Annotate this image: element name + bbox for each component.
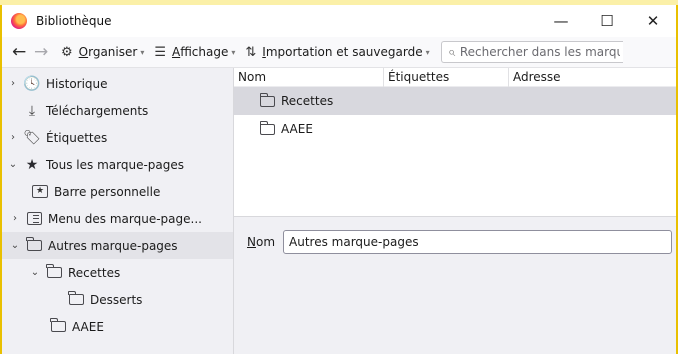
affichage-label: ffichage — [180, 45, 229, 59]
window-title: Bibliothèque — [36, 14, 112, 28]
minimize-icon: — — [553, 12, 569, 30]
import-backup-button[interactable]: ⇅ Importation et sauvegarde ▾ — [240, 39, 434, 65]
sidebar-item-desserts[interactable]: Desserts — [2, 286, 233, 313]
folder-icon — [68, 291, 84, 305]
column-header: Nom Étiquettes Adresse — [234, 67, 676, 87]
sidebar-item-label: Étiquettes — [46, 130, 108, 145]
sidebar-item-toolbar-bookmarks[interactable]: ★ Barre personnelle — [2, 178, 233, 205]
sidebar-item-all-bookmarks[interactable]: ⌄ ★ Tous les marque-pages — [2, 151, 233, 178]
forward-button[interactable]: → — [34, 42, 56, 62]
affichage-button[interactable]: ☰ Affichage ▾ — [149, 39, 240, 65]
content-pane: Nom Étiquettes Adresse Recettes AAEE Nom — [234, 67, 676, 354]
maximize-icon: ☐ — [600, 12, 614, 30]
list-item-name: Recettes — [281, 94, 334, 108]
close-icon: ✕ — [646, 12, 660, 30]
chevron-down-icon[interactable]: ⌄ — [8, 240, 22, 251]
chevron-down-icon[interactable]: ⌄ — [6, 159, 20, 170]
gear-icon: ⚙ — [61, 44, 73, 60]
chevron-down-icon: ▾ — [425, 47, 430, 57]
maximize-button[interactable]: ☐ — [584, 5, 630, 37]
sidebar-item-label: Desserts — [90, 292, 143, 307]
bookmarks-toolbar-icon: ★ — [32, 185, 48, 198]
search-box[interactable]: ⌕ — [440, 41, 623, 63]
chevron-right-icon[interactable]: › — [8, 213, 22, 224]
minimize-button[interactable]: — — [538, 5, 584, 37]
folder-icon — [259, 120, 275, 135]
sidebar-item-label: Historique — [46, 76, 108, 91]
organiser-accel: O — [78, 45, 89, 59]
sidebar-item-recettes[interactable]: ⌄ Recettes — [2, 259, 233, 286]
arrow-left-icon: ← — [12, 42, 27, 62]
sidebar-item-bookmarks-menu[interactable]: › Menu des marque-page... — [2, 205, 233, 232]
organiser-button[interactable]: ⚙ Organiser ▾ — [56, 39, 149, 65]
name-field[interactable] — [283, 230, 673, 254]
firefox-logo-icon — [11, 13, 27, 29]
chevron-right-icon[interactable]: › — [6, 78, 20, 89]
sidebar-item-other-bookmarks[interactable]: ⌄ Autres marque-pages — [2, 232, 233, 259]
organiser-label: rganiser — [88, 45, 138, 59]
sidebar-item-label: Menu des marque-page... — [48, 211, 202, 226]
sidebar-tree: › 🕓 Historique ⤓ Téléchargements › 🏷 Éti… — [2, 68, 234, 354]
window-controls: — ☐ ✕ — [538, 5, 676, 37]
sidebar-item-label: AAEE — [72, 319, 104, 334]
toolbar: ← → ⚙ Organiser ▾ ☰ Affichage ▾ ⇅ Import… — [2, 37, 676, 68]
sidebar-item-downloads[interactable]: ⤓ Téléchargements — [2, 97, 233, 124]
list-item-name: AAEE — [281, 122, 313, 136]
name-field-row: Nom — [247, 230, 673, 254]
tag-icon: 🏷 — [23, 129, 41, 146]
chevron-down-icon[interactable]: ⌄ — [28, 267, 42, 278]
chevron-down-icon: ▾ — [231, 47, 236, 57]
main-area: › 🕓 Historique ⤓ Téléchargements › 🏷 Éti… — [2, 67, 676, 354]
back-button[interactable]: ← — [12, 42, 34, 62]
column-address[interactable]: Adresse — [509, 68, 676, 87]
arrow-right-icon: → — [34, 42, 49, 62]
sidebar-item-label: Tous les marque-pages — [46, 157, 185, 172]
download-icon: ⤓ — [28, 102, 36, 119]
clock-icon: 🕓 — [23, 75, 41, 92]
column-name[interactable]: Nom — [234, 67, 384, 87]
sidebar-item-label: Barre personnelle — [54, 184, 161, 199]
affichage-accel: A — [171, 45, 181, 59]
name-label-text: om — [255, 235, 276, 249]
search-icon: ⌕ — [447, 44, 455, 60]
view-list-icon: ☰ — [154, 44, 166, 60]
sidebar-item-history[interactable]: › 🕓 Historique — [2, 70, 233, 97]
library-window: Bibliothèque — ☐ ✕ ← → ⚙ Organiser ▾ ☰ A… — [0, 5, 678, 354]
folder-icon — [46, 264, 62, 278]
column-tags[interactable]: Étiquettes — [384, 67, 509, 87]
list-item[interactable]: Recettes — [234, 87, 676, 115]
folder-icon — [50, 318, 66, 332]
title-bar: Bibliothèque — ☐ ✕ — [2, 5, 676, 37]
sidebar-item-label: Recettes — [68, 265, 121, 280]
star-icon: ★ — [25, 156, 39, 173]
import-export-icon: ⇅ — [245, 44, 257, 60]
bookmarks-menu-icon — [26, 212, 42, 225]
sidebar-item-tags[interactable]: › 🏷 Étiquettes — [2, 124, 233, 151]
list-item[interactable]: AAEE — [234, 115, 676, 143]
folder-icon — [259, 92, 275, 107]
folder-icon — [26, 237, 42, 251]
name-label-accel: N — [247, 235, 256, 249]
chevron-right-icon[interactable]: › — [6, 132, 20, 143]
sidebar-item-label: Autres marque-pages — [48, 238, 178, 253]
import-label: mportation et sauvegarde — [265, 45, 423, 59]
name-field-label: Nom — [247, 235, 275, 249]
search-input[interactable] — [459, 45, 620, 59]
close-button[interactable]: ✕ — [630, 5, 676, 37]
details-pane: Nom — [234, 216, 676, 354]
sidebar-item-aaee[interactable]: AAEE — [2, 313, 233, 340]
sidebar-item-label: Téléchargements — [46, 103, 149, 118]
chevron-down-icon: ▾ — [140, 47, 145, 57]
